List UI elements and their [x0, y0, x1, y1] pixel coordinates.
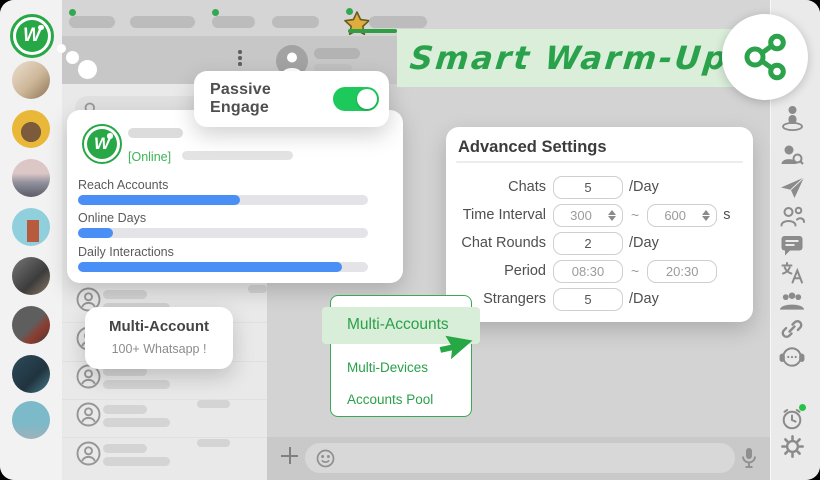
tooltip-subtitle: 100+ Whatsapp !: [111, 342, 207, 356]
metric-progress-fill: [78, 195, 241, 205]
alarm-notification-dot: [799, 404, 806, 411]
setting-unit: /Day: [629, 291, 659, 307]
tab-placeholder-active[interactable]: [369, 16, 427, 28]
account-avatar[interactable]: [12, 61, 50, 99]
contact-placeholder-icon: [76, 441, 101, 466]
setting-row-chats: Chats /Day: [446, 173, 753, 201]
account-avatar[interactable]: [12, 401, 50, 439]
emoji-icon[interactable]: [316, 449, 335, 468]
metric-progress: [78, 228, 368, 238]
menu-item-multi-accounts[interactable]: Multi-Accounts: [347, 316, 449, 334]
menu-item-multi-devices[interactable]: Multi-Devices: [347, 360, 428, 375]
setting-row-time-interval: Time Interval ~ s: [446, 201, 753, 229]
metric-progress-fill: [78, 262, 342, 272]
attach-plus-icon[interactable]: [281, 447, 298, 464]
share-badge: [722, 14, 808, 100]
active-tab-underline: [348, 29, 397, 33]
account-avatar[interactable]: [12, 355, 50, 393]
setting-label: Period: [504, 263, 546, 279]
contact-placeholder-icon: [76, 402, 101, 427]
contact-name-placeholder: [314, 48, 360, 59]
tab-placeholder[interactable]: [212, 16, 255, 28]
setting-row-chat-rounds: Chat Rounds /Day: [446, 229, 753, 257]
account-avatar[interactable]: [12, 159, 50, 197]
passive-engage-card: Passive Engage: [194, 71, 389, 127]
passive-engage-label: Passive Engage: [210, 81, 272, 116]
send-icon[interactable]: [779, 174, 805, 200]
period-end-input[interactable]: [647, 259, 718, 283]
microphone-icon[interactable]: [741, 447, 757, 469]
app-logo-letter: W: [16, 20, 48, 52]
share-network-icon: [741, 33, 789, 81]
support-icon[interactable]: [779, 344, 805, 370]
period-start-input[interactable]: [553, 259, 623, 283]
message-input[interactable]: [305, 443, 735, 473]
contacts-icon[interactable]: [779, 203, 805, 229]
account-logo: W: [82, 124, 122, 164]
stepper-arrows-icon[interactable]: [608, 209, 616, 221]
account-avatar[interactable]: [12, 208, 50, 246]
setting-row-period: Period ~: [446, 257, 753, 285]
account-name-placeholder: [128, 128, 183, 138]
setting-unit: /Day: [629, 235, 659, 251]
online-status: [Online]: [128, 150, 172, 164]
passive-engage-toggle[interactable]: [333, 87, 379, 111]
chat-message-icon[interactable]: [779, 232, 805, 258]
divider: [456, 161, 743, 163]
chat-rounds-input[interactable]: [553, 231, 623, 255]
chat-list-item[interactable]: [62, 438, 267, 476]
settings-gear-icon[interactable]: [779, 433, 805, 459]
advanced-settings-panel: Advanced Settings Chats /Day Time Interv…: [446, 127, 753, 322]
link-icon[interactable]: [779, 316, 805, 342]
chat-list-item[interactable]: [62, 399, 267, 438]
tab-unread-dot: [212, 9, 219, 16]
setting-row-strangers: Strangers /Day: [446, 285, 753, 313]
group-icon[interactable]: [779, 288, 805, 314]
metric-progress-fill: [78, 228, 113, 238]
account-avatar[interactable]: [12, 110, 50, 148]
feature-banner: Smart Warm-Up: [397, 29, 770, 87]
range-tilde: ~: [631, 263, 640, 279]
setting-label: Chats: [508, 179, 546, 195]
multi-account-tooltip: Multi-Account 100+ Whatsapp !: [85, 307, 233, 369]
banner-title: Smart Warm-Up: [408, 39, 731, 77]
account-logo-letter: W: [86, 128, 118, 160]
app-window: W W [Online] Reach Accounts Online Days …: [0, 0, 820, 480]
metric-label: Online Days: [78, 211, 147, 225]
metric-label: Reach Accounts: [78, 178, 169, 192]
contact-search-icon[interactable]: [779, 142, 805, 168]
tab-placeholder[interactable]: [130, 16, 195, 28]
account-profile-card: W [Online] Reach Accounts Online Days Da…: [67, 110, 403, 283]
setting-label: Time Interval: [462, 207, 546, 223]
tab-unread-dot: [69, 9, 76, 16]
translate-icon[interactable]: [779, 260, 805, 286]
setting-label: Chat Rounds: [461, 235, 546, 251]
metric-progress: [78, 262, 368, 272]
setting-unit: /Day: [629, 179, 659, 195]
setting-unit: s: [723, 207, 731, 223]
strangers-input[interactable]: [553, 287, 623, 311]
tab-placeholder[interactable]: [69, 16, 115, 28]
menu-kebab-icon[interactable]: [238, 50, 242, 68]
range-tilde: ~: [631, 207, 640, 223]
account-avatar[interactable]: [12, 306, 50, 344]
stepper-arrows-icon[interactable]: [702, 209, 711, 221]
trail-dot: [66, 51, 79, 64]
menu-item-accounts-pool[interactable]: Accounts Pool: [347, 392, 433, 407]
metric-label: Daily Interactions: [78, 245, 174, 259]
chats-input[interactable]: [553, 175, 623, 199]
user-status-icon[interactable]: [779, 105, 805, 131]
metric-progress: [78, 195, 368, 205]
tab-placeholder[interactable]: [272, 16, 319, 28]
account-detail-placeholder: [182, 151, 293, 160]
tooltip-title: Multi-Account: [109, 318, 209, 335]
app-logo[interactable]: W: [10, 14, 54, 58]
trail-dot: [57, 44, 66, 53]
trail-dot: [78, 60, 97, 79]
account-avatar[interactable]: [12, 257, 50, 295]
panel-title: Advanced Settings: [458, 138, 607, 156]
